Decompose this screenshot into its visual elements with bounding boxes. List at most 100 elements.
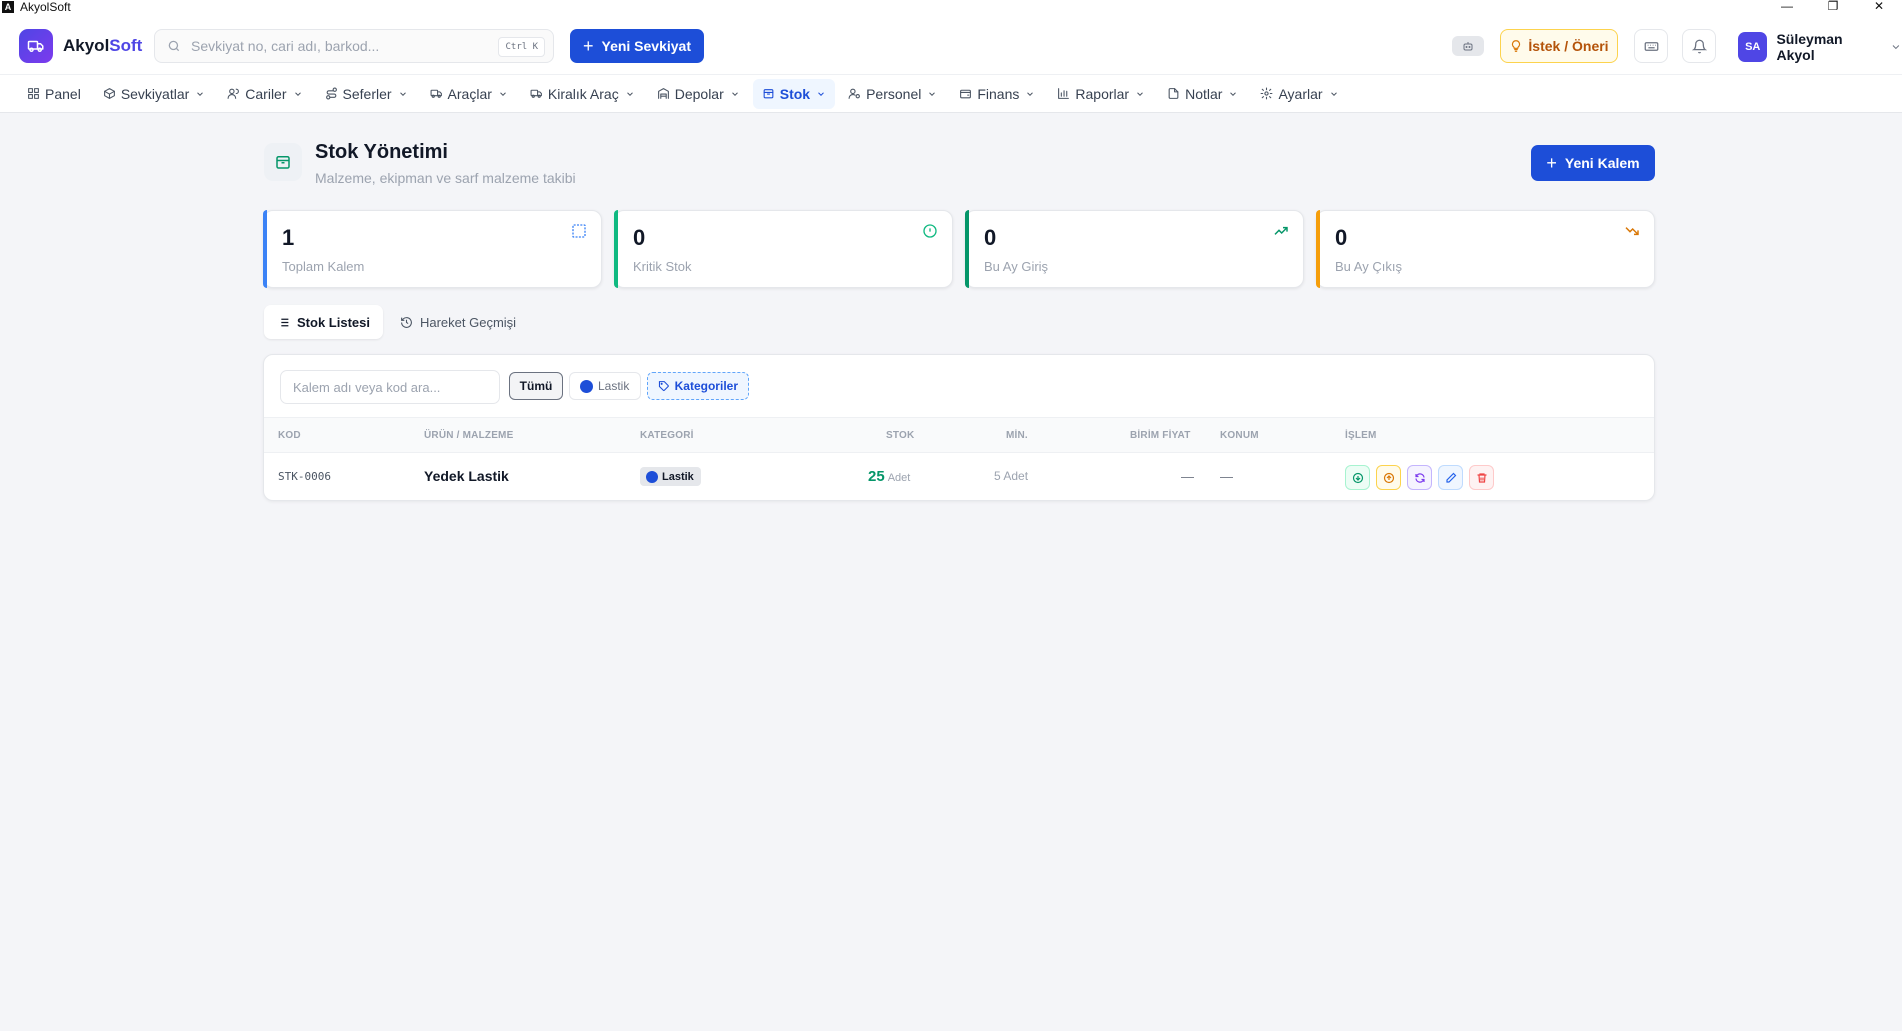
tab-stock-list[interactable]: Stok Listesi bbox=[264, 305, 383, 339]
nav-item-depolar[interactable]: Depolar bbox=[648, 79, 749, 109]
minimize-button[interactable]: — bbox=[1764, 0, 1810, 14]
maximize-button[interactable]: ❐ bbox=[1810, 0, 1856, 14]
close-window-button[interactable]: ✕ bbox=[1856, 0, 1902, 14]
tab-label: Stok Listesi bbox=[297, 314, 370, 330]
page-title: Stok Yönetimi bbox=[315, 141, 448, 163]
nav-item-araçlar[interactable]: Araçlar bbox=[421, 79, 517, 109]
app-logo-icon: A bbox=[2, 1, 14, 13]
keyboard-icon bbox=[1644, 41, 1658, 51]
chevron-down-icon bbox=[818, 91, 824, 96]
nav-item-stok[interactable]: Stok bbox=[752, 78, 836, 109]
new-shipment-button[interactable]: + Yeni Sevkiyat bbox=[570, 29, 704, 63]
notifications-button[interactable] bbox=[1682, 29, 1716, 63]
brand[interactable]: AkyolSoft bbox=[19, 29, 142, 63]
nav-item-label: Cariler bbox=[245, 85, 287, 102]
route-icon bbox=[325, 87, 337, 100]
arrow-up-circle-icon bbox=[1383, 472, 1394, 483]
avatar: SA bbox=[1738, 32, 1768, 62]
user-cog-icon bbox=[848, 88, 861, 99]
app-header: AkyolSoft Ctrl K + Yeni Sevkiyat İstek /… bbox=[0, 14, 1902, 74]
nav-item-raporlar[interactable]: Raporlar bbox=[1048, 79, 1154, 109]
keyboard-shortcuts-button[interactable] bbox=[1634, 29, 1668, 63]
filter-chip-all[interactable]: Tümü bbox=[509, 372, 563, 400]
stock-out-button[interactable] bbox=[1376, 465, 1401, 490]
box-icon bbox=[103, 88, 115, 99]
column-header-product[interactable]: ÜRÜN / MALZEME bbox=[424, 430, 513, 441]
stat-value: 0 bbox=[633, 225, 646, 250]
column-header-min[interactable]: MİN. bbox=[1006, 430, 1028, 441]
robot-icon bbox=[1463, 42, 1473, 51]
column-header-code[interactable]: KOD bbox=[278, 430, 301, 441]
warehouse-icon bbox=[657, 88, 669, 99]
new-item-label: Yeni Kalem bbox=[1564, 155, 1640, 171]
stock-in-button[interactable] bbox=[1345, 465, 1370, 490]
nav-item-label: Finans bbox=[977, 85, 1020, 102]
nav-item-notlar[interactable]: Notlar bbox=[1158, 79, 1247, 109]
nav-item-label: Seferler bbox=[342, 85, 392, 102]
nav-item-label: Araçlar bbox=[447, 85, 492, 102]
dashed-box-icon bbox=[572, 224, 586, 238]
column-header-stock[interactable]: STOK bbox=[886, 430, 914, 441]
refresh-icon bbox=[1414, 472, 1425, 483]
global-search[interactable]: Ctrl K bbox=[154, 29, 554, 63]
column-header-location[interactable]: KONUM bbox=[1220, 430, 1259, 441]
package-icon bbox=[264, 143, 302, 181]
transfer-button[interactable] bbox=[1407, 465, 1432, 490]
item-name: Yedek Lastik bbox=[424, 468, 509, 484]
delete-button[interactable] bbox=[1469, 465, 1494, 490]
new-shipment-label: Yeni Sevkiyat bbox=[601, 38, 692, 54]
stat-card-month-in: 0 Bu Ay Giriş bbox=[965, 210, 1304, 288]
table-row[interactable]: STK-0006 Yedek Lastik Lastik 25 Adet 5 Ad… bbox=[264, 453, 1654, 500]
history-icon bbox=[401, 316, 412, 328]
stat-value: 1 bbox=[282, 225, 295, 250]
global-search-input[interactable] bbox=[191, 38, 491, 54]
stock-tabs: Stok Listesi Hareket Geçmişi bbox=[264, 305, 533, 339]
stat-card-total-items: 1 Toplam Kalem bbox=[263, 210, 602, 288]
chevron-down-icon bbox=[626, 91, 633, 96]
stock-quantity: 25 Adet bbox=[868, 468, 910, 485]
category-badge: Lastik bbox=[640, 467, 701, 486]
nav-item-cariler[interactable]: Cariler bbox=[218, 79, 311, 109]
edit-button[interactable] bbox=[1438, 465, 1463, 490]
column-header-category[interactable]: KATEGORİ bbox=[640, 430, 694, 441]
nav-item-ayarlar[interactable]: Ayarlar bbox=[1251, 79, 1347, 109]
chevron-down-icon bbox=[399, 91, 406, 96]
truck-icon bbox=[530, 89, 542, 98]
wallet-icon bbox=[960, 89, 972, 99]
arrow-down-circle-icon bbox=[1352, 472, 1363, 483]
filter-chip-label: Lastik bbox=[598, 379, 630, 393]
user-menu[interactable]: SA Süleyman Akyol bbox=[1738, 31, 1902, 63]
bar-chart-icon bbox=[1058, 88, 1070, 99]
nav-item-label: Depolar bbox=[674, 85, 724, 102]
min-stock: 5 Adet bbox=[994, 469, 1029, 483]
filter-chip-tire[interactable]: Lastik bbox=[569, 372, 641, 400]
column-header-unit-price[interactable]: BİRİM FİYAT bbox=[1130, 430, 1191, 441]
chevron-down-icon bbox=[500, 91, 506, 96]
bell-icon bbox=[1691, 39, 1707, 53]
suggestion-label: İstek / Öneri bbox=[1528, 38, 1609, 54]
nav-item-seferler[interactable]: Seferler bbox=[316, 79, 417, 109]
new-item-button[interactable]: + Yeni Kalem bbox=[1531, 145, 1655, 181]
item-search-input[interactable] bbox=[280, 370, 500, 404]
nav-item-label: Sevkiyatlar bbox=[120, 85, 190, 102]
stock-unit: Adet bbox=[887, 472, 911, 484]
table-header: KOD ÜRÜN / MALZEME KATEGORİ STOK MİN. Bİ… bbox=[264, 417, 1654, 453]
location: — bbox=[1220, 469, 1233, 484]
brand-name: AkyolSoft bbox=[63, 36, 143, 55]
assistant-robot-button[interactable] bbox=[1452, 36, 1484, 56]
suggestion-button[interactable]: İstek / Öneri bbox=[1500, 29, 1618, 63]
nav-item-finans[interactable]: Finans bbox=[950, 79, 1044, 109]
nav-item-sevkiyatlar[interactable]: Sevkiyatlar bbox=[94, 79, 214, 109]
categories-label: Kategoriler bbox=[674, 379, 738, 393]
categories-button[interactable]: Kategoriler bbox=[647, 372, 749, 400]
tab-movement-history[interactable]: Hareket Geçmişi bbox=[387, 305, 529, 339]
unit-price: — bbox=[1181, 469, 1194, 484]
gear-icon bbox=[1260, 87, 1273, 100]
stat-value: 0 bbox=[1335, 225, 1348, 250]
nav-item-kiralık-araç[interactable]: Kiralık Araç bbox=[521, 79, 644, 109]
nav-item-panel[interactable]: Panel bbox=[18, 79, 90, 109]
nav-item-label: Ayarlar bbox=[1278, 85, 1323, 102]
stat-label: Kritik Stok bbox=[633, 259, 692, 274]
nav-item-personel[interactable]: Personel bbox=[839, 79, 946, 109]
file-icon bbox=[1168, 88, 1179, 99]
